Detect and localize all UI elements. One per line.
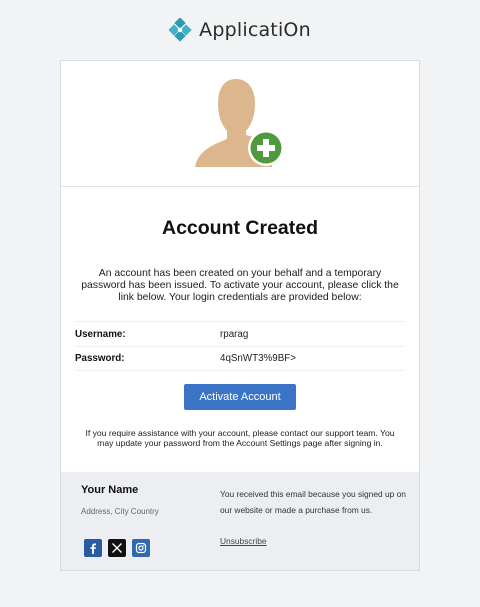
username-value: rparag [220,328,249,340]
page-title: Account Created [161,217,319,239]
logo-icon [169,18,192,42]
help-text: If you require assistance with your acco… [85,428,395,448]
hero-section [61,61,419,187]
facebook-icon[interactable] [84,539,102,557]
intro-text: An account has been created on your beha… [81,268,399,303]
unsubscribe-link[interactable]: Unsubscribe [220,536,267,546]
password-value: 4qSnWT3%9BF> [220,353,296,364]
password-row: Password: 4qSnWT3%9BF> [75,346,405,371]
credentials-table: Username: rparag Password: 4qSnWT3%9BF> [75,321,405,371]
username-label: Username: [75,328,126,340]
footer-notice: You received this email because you sign… [220,489,406,515]
brand-logo[interactable]: ApplicatiOn [169,18,311,42]
x-icon[interactable] [108,539,126,557]
instagram-icon[interactable] [132,539,150,557]
sender-name: Your Name [81,484,139,496]
email-footer: Your Name Address, City Country You rece… [61,472,419,570]
password-label: Password: [75,353,125,364]
add-user-icon [195,79,284,167]
username-row: Username: rparag [75,321,405,346]
sender-address: Address, City Country [81,507,159,516]
social-links [84,539,150,557]
email-card: Account Created An account has been crea… [60,60,420,571]
email-header: ApplicatiOn [0,0,480,60]
brand-name: ApplicatiOn [199,19,311,41]
activate-account-button[interactable]: Activate Account [184,384,296,410]
